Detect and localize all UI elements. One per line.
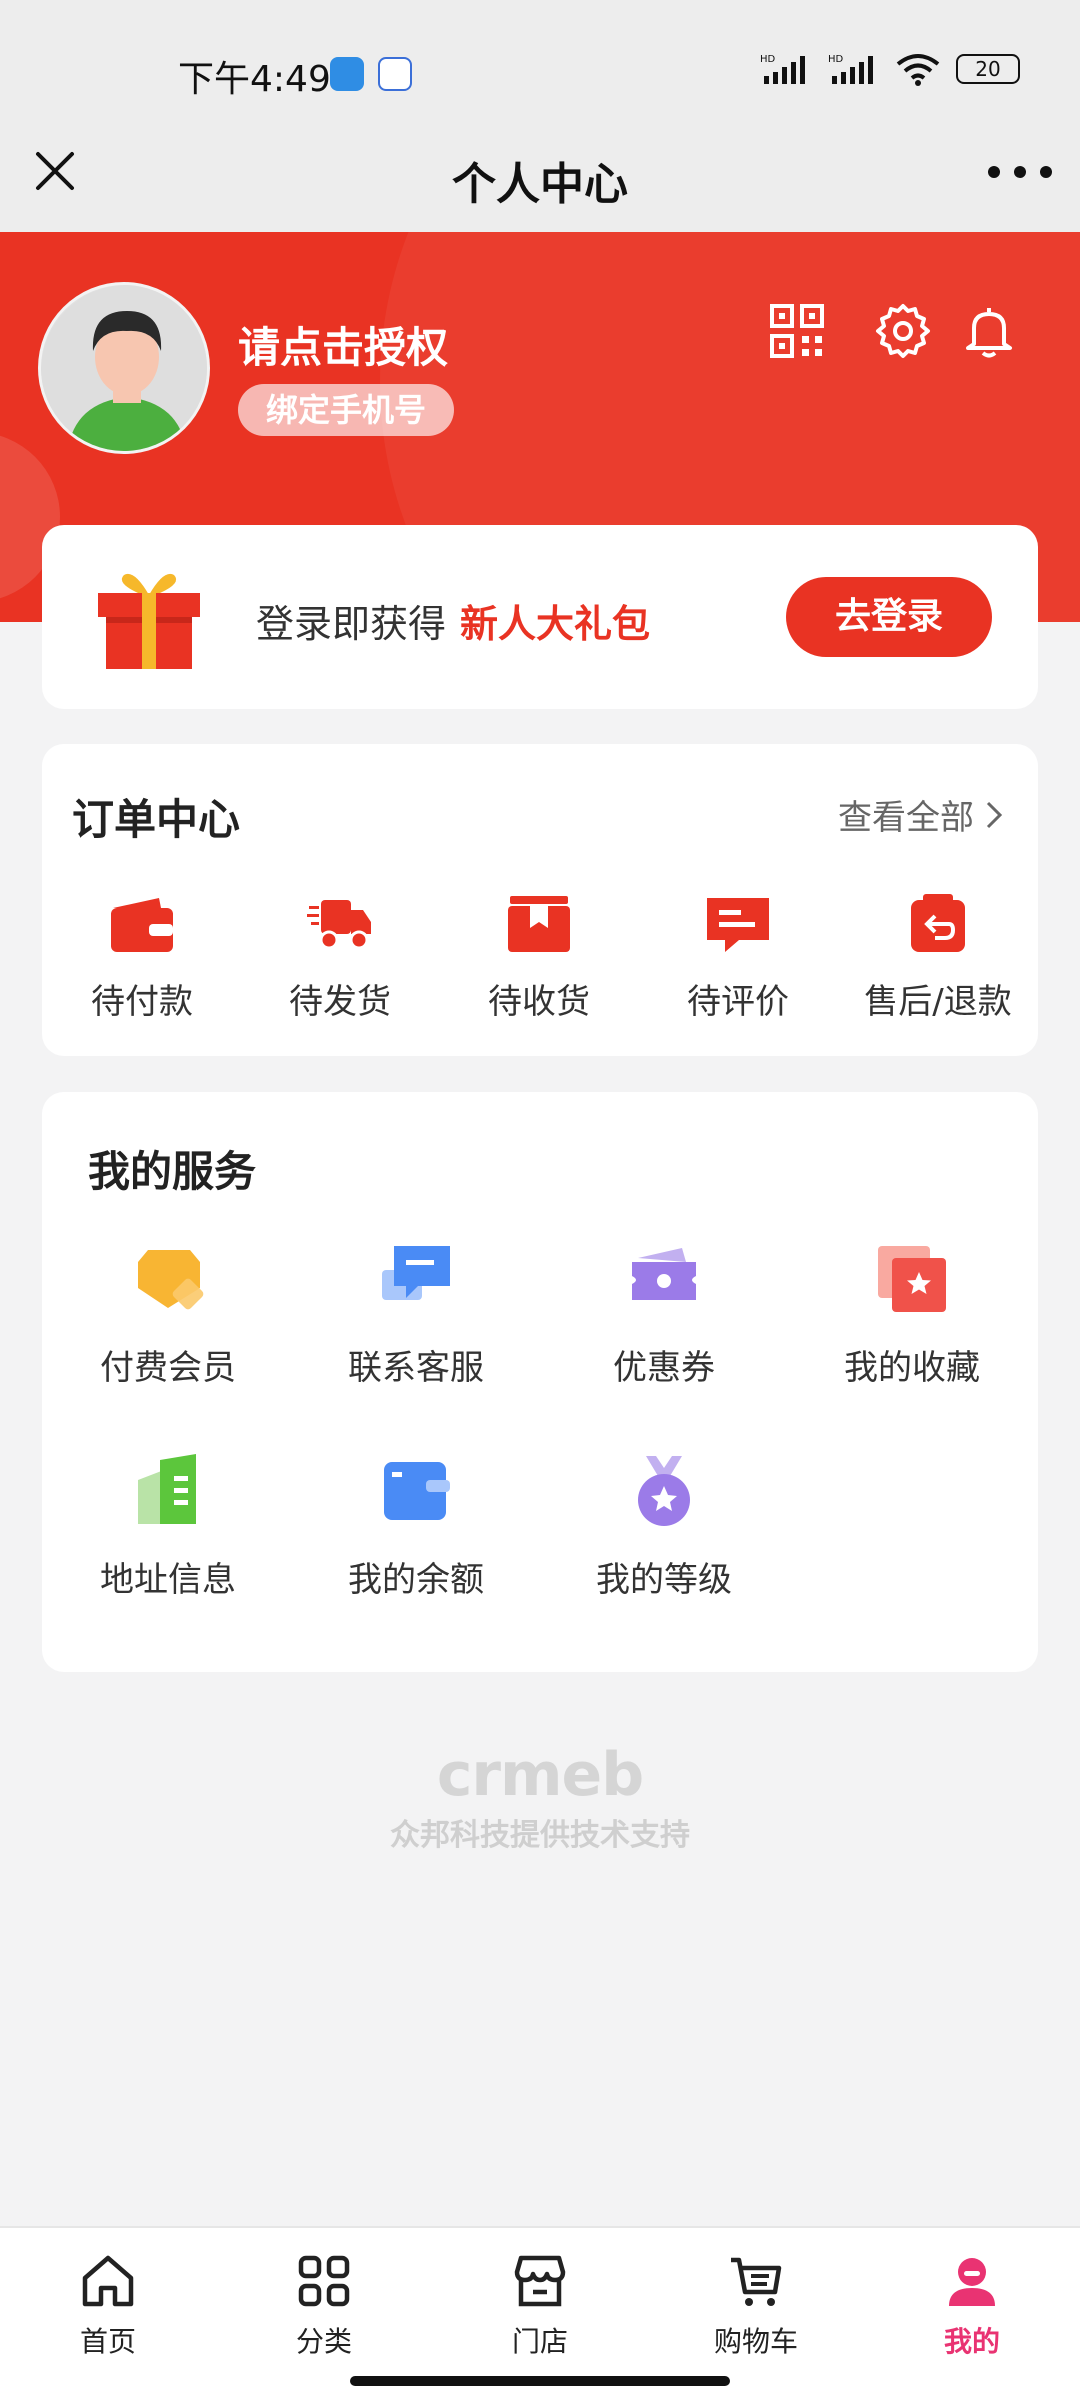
vip-tag-icon [138, 1250, 204, 1310]
gift-box-icon [98, 573, 200, 669]
order-after-sales[interactable]: 售后/退款 [838, 894, 1038, 1023]
service-vip-membership[interactable]: 付费会员 [58, 1242, 278, 1389]
truck-icon [307, 900, 371, 950]
service-coupons[interactable]: 优惠券 [554, 1242, 774, 1389]
order-item-label: 待发货 [289, 982, 391, 1022]
qr-code-icon[interactable] [768, 302, 826, 360]
order-item-label: 售后/退款 [864, 982, 1012, 1022]
user-name[interactable]: 请点击授权 [238, 314, 448, 375]
crmeb-logo: crmeb [436, 1740, 644, 1810]
signal-icon: HD [760, 54, 805, 84]
my-services-card: 我的服务 付费会员 联系客服 优惠券 我的收藏 地址信息 我的余额 我的等级 [42, 1092, 1038, 1672]
service-label: 联系客服 [348, 1348, 484, 1388]
service-label: 地址信息 [100, 1560, 236, 1600]
coupon-icon [632, 1248, 696, 1300]
review-icon [707, 898, 769, 952]
user-icon [949, 2258, 995, 2306]
tab-label: 首页 [79, 2325, 136, 2358]
cart-icon [731, 2257, 782, 2306]
tab-cart[interactable]: 购物车 [686, 2252, 826, 2360]
services-title: 我的服务 [88, 1147, 257, 1196]
address-icon [138, 1454, 196, 1524]
order-center-title: 订单中心 [72, 795, 241, 844]
order-item-label: 待评价 [687, 982, 789, 1022]
chevron-right-icon [986, 801, 1003, 828]
nav-bar: 个人中心 [0, 130, 1080, 232]
tab-mine[interactable]: 我的 [902, 2252, 1042, 2360]
page-title: 个人中心 [452, 159, 628, 210]
service-my-balance[interactable]: 我的余额 [306, 1454, 526, 1601]
home-indicator[interactable] [350, 2376, 730, 2386]
baidu-notification-icon [378, 57, 412, 91]
service-contact-support[interactable]: 联系客服 [306, 1242, 526, 1389]
favorite-icon [878, 1246, 946, 1312]
avatar[interactable] [38, 282, 210, 454]
service-address-info[interactable]: 地址信息 [58, 1454, 278, 1601]
bind-phone-button[interactable]: 绑定手机号 [238, 384, 455, 436]
more-menu-icon[interactable] [988, 150, 1052, 194]
tab-store[interactable]: 门店 [470, 2252, 610, 2360]
service-label: 我的收藏 [844, 1348, 980, 1388]
notification-bell-icon[interactable] [960, 302, 1018, 360]
tab-label: 购物车 [713, 2325, 798, 2358]
tech-support-text: 众邦科技提供技术支持 [390, 1818, 690, 1853]
status-indicators: HD HD 20 [760, 52, 1020, 86]
view-all-orders-link[interactable]: 查看全部 [838, 790, 1004, 839]
order-pending-receipt[interactable]: 待收货 [439, 894, 639, 1023]
login-promo-prefix: 登录即获得 [256, 602, 447, 646]
login-button[interactable]: 去登录 [786, 577, 992, 657]
tab-home[interactable]: 首页 [38, 2252, 178, 2360]
svg-text:HD: HD [760, 54, 776, 65]
box-icon [508, 896, 570, 952]
order-pending-review[interactable]: 待评价 [638, 894, 838, 1023]
order-item-label: 待付款 [91, 982, 193, 1022]
settings-gear-icon[interactable] [874, 302, 932, 360]
signal-icon: HD [828, 54, 873, 84]
status-time: 下午4:49 [178, 59, 331, 100]
service-label: 我的余额 [348, 1560, 484, 1600]
chat-icon [382, 1246, 450, 1300]
wallet-icon [111, 898, 173, 952]
service-label: 付费会员 [100, 1348, 236, 1388]
store-icon [514, 2255, 566, 2307]
service-my-favorites[interactable]: 我的收藏 [802, 1242, 1022, 1389]
refund-icon [911, 894, 965, 952]
login-promo-card: 登录即获得 新人大礼包 去登录 [42, 525, 1038, 709]
svg-text:HD: HD [828, 54, 844, 65]
order-item-label: 待收货 [488, 982, 590, 1022]
home-icon [82, 2255, 134, 2307]
order-pending-payment[interactable]: 待付款 [42, 894, 242, 1023]
battery-icon: 20 [956, 54, 1020, 84]
app-notification-icon [330, 57, 364, 91]
avatar-image [41, 285, 207, 451]
order-pending-shipment[interactable]: 待发货 [240, 894, 440, 1023]
service-label: 我的等级 [596, 1560, 732, 1600]
service-label: 优惠券 [613, 1348, 715, 1388]
tab-label: 门店 [511, 2325, 568, 2358]
order-center-card: 订单中心 查看全部 待付款 待发货 待收货 待评价 售后/退款 [42, 744, 1038, 1056]
grid-icon [298, 2255, 350, 2307]
bottom-tab-bar: 首页 分类 门店 购物车 我的 [0, 2226, 1080, 2400]
tab-label: 我的 [943, 2325, 1000, 2358]
login-promo-text: 登录即获得 新人大礼包 [256, 593, 650, 648]
battery-level: 20 [975, 57, 1001, 81]
status-bar: 下午4:49 HD HD 20 [0, 0, 1080, 130]
login-promo-highlight: 新人大礼包 [460, 602, 651, 646]
balance-icon [384, 1462, 450, 1520]
view-all-label: 查看全部 [838, 798, 974, 838]
tab-label: 分类 [295, 2325, 352, 2358]
service-my-level[interactable]: 我的等级 [554, 1454, 774, 1601]
wifi-icon [896, 54, 940, 86]
brand-footer: crmeb 众邦科技提供技术支持 [0, 1740, 1080, 1854]
tab-category[interactable]: 分类 [254, 2252, 394, 2360]
medal-icon [638, 1456, 690, 1526]
